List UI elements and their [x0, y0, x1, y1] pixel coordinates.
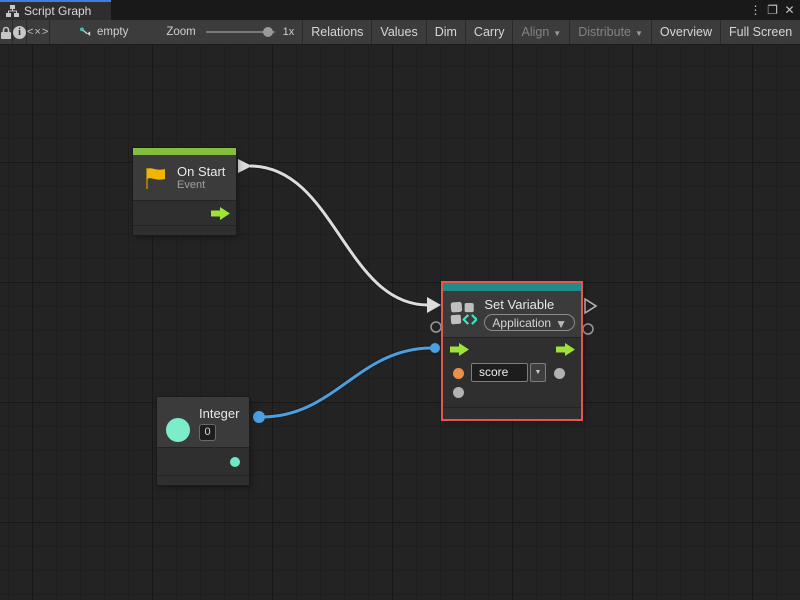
script-graph-window: Script Graph ⋮ ❐ ✕ i <×>: [0, 0, 800, 600]
value-wire-shadow: [262, 348, 432, 417]
dim-label: Dim: [435, 25, 457, 39]
align-label: Align: [521, 25, 549, 39]
integer-body: [157, 447, 249, 476]
variable-name-field[interactable]: score: [471, 363, 528, 382]
variables-icon: [450, 300, 477, 328]
chevron-down-icon: ▼: [553, 29, 561, 38]
flag-icon: [143, 166, 168, 190]
input-value-port[interactable]: [453, 387, 464, 398]
fullscreen-button[interactable]: Full Screen: [721, 20, 800, 44]
variable-name-dropdown-button[interactable]: ▼: [530, 363, 546, 382]
zoom-value: 1x: [283, 26, 295, 38]
relations-button[interactable]: Relations: [303, 20, 372, 44]
maximize-icon[interactable]: ❐: [764, 0, 781, 20]
flow-out-port[interactable]: [556, 343, 575, 356]
on-start-title: On Start: [177, 164, 225, 179]
integer-output-port[interactable]: [230, 457, 240, 467]
flow-wire-start-arrow: [238, 159, 252, 173]
on-start-accent-strip: [133, 148, 236, 155]
zoom-slider-thumb[interactable]: [263, 27, 273, 37]
set-variable-header[interactable]: Set Variable Application ▼: [443, 291, 581, 337]
flow-out-port[interactable]: [211, 207, 230, 220]
overview-button[interactable]: Overview: [652, 20, 721, 44]
carry-button[interactable]: Carry: [466, 20, 514, 44]
tab-title: Script Graph: [24, 4, 91, 18]
output-value-port[interactable]: [554, 368, 565, 379]
graph-canvas[interactable]: On Start Event: [0, 45, 800, 600]
zoom-slider[interactable]: [206, 31, 275, 33]
value-wire-end-dot: [430, 343, 440, 353]
values-button[interactable]: Values: [372, 20, 426, 44]
integer-value-field[interactable]: 0: [199, 424, 216, 441]
info-icon: i: [13, 26, 26, 39]
value-wire-start-dot: [253, 411, 265, 423]
code-view-button[interactable]: <×>: [27, 20, 50, 44]
on-start-footer: [133, 226, 236, 235]
zoom-label: Zoom: [166, 26, 195, 38]
scope-dropdown[interactable]: Application ▼: [484, 314, 575, 331]
node-on-start[interactable]: On Start Event: [133, 148, 236, 235]
set-variable-footer: [443, 408, 581, 419]
overview-label: Overview: [660, 25, 712, 39]
on-start-header[interactable]: On Start Event: [133, 155, 236, 200]
graph-toolbar: i <×> empty Zoom 1x Relations Values: [0, 20, 800, 45]
node-integer[interactable]: Integer 0: [157, 397, 249, 485]
code-view-icon: <×>: [27, 26, 49, 38]
integer-title: Integer: [199, 406, 239, 421]
toolbar-middle: empty Zoom 1x: [50, 20, 303, 44]
graph-icon: [6, 5, 19, 18]
output-port-indicator-circle[interactable]: [583, 324, 593, 334]
on-start-body: [133, 200, 236, 226]
lock-icon: [0, 26, 12, 39]
integer-header[interactable]: Integer 0: [157, 397, 249, 447]
values-label: Values: [380, 25, 417, 39]
set-variable-body: score ▼: [443, 337, 581, 408]
flow-in-port[interactable]: [450, 343, 469, 356]
integer-footer: [157, 476, 249, 485]
wire-layer: [0, 0, 800, 600]
graph-pointer-icon: [80, 26, 92, 39]
distribute-label: Distribute: [578, 25, 631, 39]
close-icon[interactable]: ✕: [781, 0, 798, 20]
name-port-indicator-circle[interactable]: [431, 322, 441, 332]
set-variable-accent-strip: [443, 283, 581, 291]
title-bar: Script Graph ⋮ ❐ ✕: [0, 0, 800, 20]
relations-label: Relations: [311, 25, 363, 39]
chevron-down-icon: ▼: [635, 29, 643, 38]
value-wire[interactable]: [262, 348, 432, 417]
scope-dropdown-value: Application: [492, 316, 551, 330]
lock-button[interactable]: [0, 20, 13, 44]
flow-wire[interactable]: [250, 166, 428, 305]
fullscreen-label: Full Screen: [729, 25, 792, 39]
graph-breadcrumb-label[interactable]: empty: [97, 26, 128, 38]
flow-wire-end-arrow: [427, 297, 441, 313]
window-controls: ⋮ ❐ ✕: [747, 0, 798, 20]
set-variable-title: Set Variable: [484, 297, 575, 312]
dim-button[interactable]: Dim: [427, 20, 466, 44]
variable-name-port[interactable]: [453, 368, 464, 379]
chevron-down-icon: ▼: [555, 317, 567, 331]
node-set-variable[interactable]: Set Variable Application ▼ score ▼: [443, 283, 581, 419]
window-menu-icon[interactable]: ⋮: [747, 0, 764, 20]
integer-type-icon: [166, 418, 190, 442]
carry-label: Carry: [474, 25, 505, 39]
info-button[interactable]: i: [13, 20, 27, 44]
align-button[interactable]: Align ▼: [513, 20, 570, 44]
distribute-button[interactable]: Distribute ▼: [570, 20, 652, 44]
flow-out-indicator-triangle[interactable]: [585, 299, 596, 313]
on-start-subtitle: Event: [177, 179, 225, 191]
flow-wire-shadow: [250, 166, 428, 305]
tab-script-graph[interactable]: Script Graph: [0, 0, 111, 20]
